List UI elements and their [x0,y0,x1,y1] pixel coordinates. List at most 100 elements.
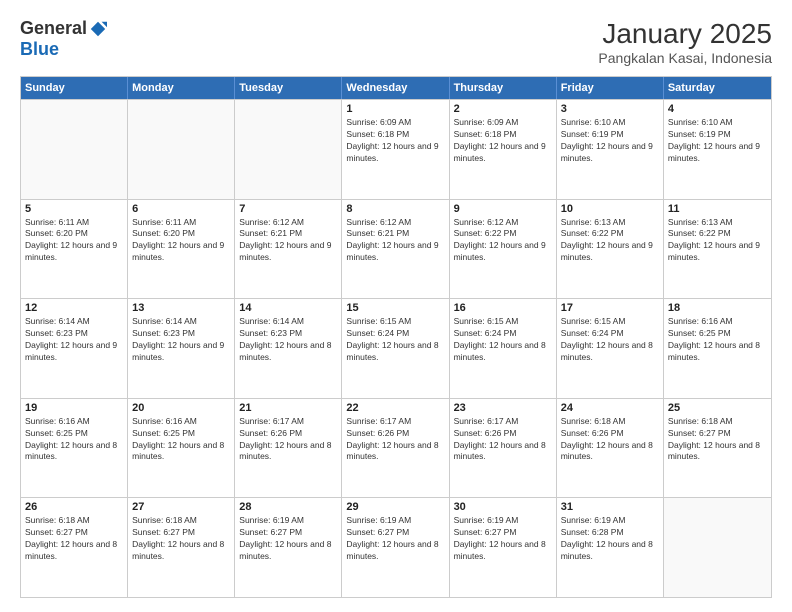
day-info: Sunrise: 6:17 AMSunset: 6:26 PMDaylight:… [454,416,552,464]
calendar-cell: 10 Sunrise: 6:13 AMSunset: 6:22 PMDayligh… [557,200,664,299]
page: General Blue January 2025 Pangkalan Kasa… [0,0,792,612]
day-number: 5 [25,203,123,215]
day-number: 28 [239,501,337,513]
day-number: 3 [561,103,659,115]
day-info: Sunrise: 6:19 AMSunset: 6:28 PMDaylight:… [561,515,659,563]
day-number: 29 [346,501,444,513]
calendar-week-row: 12Sunrise: 6:14 AMSunset: 6:23 PMDayligh… [21,298,771,398]
calendar-cell: 13Sunrise: 6:14 AMSunset: 6:23 PMDayligh… [128,299,235,398]
day-number: 7 [239,203,337,215]
calendar-cell: 14 Sunrise: 6:14 AMSunset: 6:23 PMDayligh… [235,299,342,398]
day-info: Sunrise: 6:12 AMSunset: 6:21 PMDaylight:… [346,217,444,265]
calendar-header-cell: Friday [557,77,664,99]
calendar-cell: 29 Sunrise: 6:19 AMSunset: 6:27 PMDayligh… [342,498,449,597]
day-info: Sunrise: 6:12 AMSunset: 6:22 PMDaylight:… [454,217,552,265]
calendar-week-row: 26 Sunrise: 6:18 AMSunset: 6:27 PMDayligh… [21,497,771,597]
calendar-cell: 1Sunrise: 6:09 AMSunset: 6:18 PMDaylight… [342,100,449,199]
calendar-cell: 18Sunrise: 6:16 AMSunset: 6:25 PMDayligh… [664,299,771,398]
day-info: Sunrise: 6:17 AMSunset: 6:26 PMDaylight:… [346,416,444,464]
calendar-cell: 4Sunrise: 6:10 AMSunset: 6:19 PMDaylight… [664,100,771,199]
day-info: Sunrise: 6:19 AMSunset: 6:27 PMDaylight:… [239,515,337,563]
day-number: 25 [668,402,767,414]
day-number: 26 [25,501,123,513]
calendar-cell: 9 Sunrise: 6:12 AMSunset: 6:22 PMDaylight… [450,200,557,299]
calendar-week-row: 19Sunrise: 6:16 AMSunset: 6:25 PMDayligh… [21,398,771,498]
day-info: Sunrise: 6:18 AMSunset: 6:27 PMDaylight:… [25,515,123,563]
day-number: 27 [132,501,230,513]
day-info: Sunrise: 6:13 AMSunset: 6:22 PMDaylight:… [561,217,659,265]
calendar-cell: 17Sunrise: 6:15 AMSunset: 6:24 PMDayligh… [557,299,664,398]
calendar-cell: 20 Sunrise: 6:16 AMSunset: 6:25 PMDayligh… [128,399,235,498]
calendar-cell: 7 Sunrise: 6:12 AMSunset: 6:21 PMDaylight… [235,200,342,299]
day-number: 14 [239,302,337,314]
header: General Blue January 2025 Pangkalan Kasa… [20,18,772,66]
calendar-cell: 31 Sunrise: 6:19 AMSunset: 6:28 PMDayligh… [557,498,664,597]
day-info: Sunrise: 6:19 AMSunset: 6:27 PMDaylight:… [454,515,552,563]
day-info: Sunrise: 6:18 AMSunset: 6:27 PMDaylight:… [668,416,767,464]
day-info: Sunrise: 6:14 AMSunset: 6:23 PMDaylight:… [239,316,337,364]
day-info: Sunrise: 6:09 AMSunset: 6:18 PMDaylight:… [346,117,444,165]
day-info: Sunrise: 6:15 AMSunset: 6:24 PMDaylight:… [454,316,552,364]
calendar-cell: 28 Sunrise: 6:19 AMSunset: 6:27 PMDayligh… [235,498,342,597]
calendar-cell: 19Sunrise: 6:16 AMSunset: 6:25 PMDayligh… [21,399,128,498]
calendar-header-cell: Wednesday [342,77,449,99]
day-info: Sunrise: 6:11 AMSunset: 6:20 PMDaylight:… [132,217,230,265]
calendar-cell: 6 Sunrise: 6:11 AMSunset: 6:20 PMDaylight… [128,200,235,299]
calendar-header-cell: Monday [128,77,235,99]
day-info: Sunrise: 6:13 AMSunset: 6:22 PMDaylight:… [668,217,767,265]
calendar-cell: 12Sunrise: 6:14 AMSunset: 6:23 PMDayligh… [21,299,128,398]
day-info: Sunrise: 6:15 AMSunset: 6:24 PMDaylight:… [561,316,659,364]
day-info: Sunrise: 6:19 AMSunset: 6:27 PMDaylight:… [346,515,444,563]
day-number: 20 [132,402,230,414]
calendar-week-row: 5 Sunrise: 6:11 AMSunset: 6:20 PMDaylight… [21,199,771,299]
calendar-header-cell: Thursday [450,77,557,99]
day-number: 6 [132,203,230,215]
calendar-cell: 15 Sunrise: 6:15 AMSunset: 6:24 PMDayligh… [342,299,449,398]
day-info: Sunrise: 6:11 AMSunset: 6:20 PMDaylight:… [25,217,123,265]
day-info: Sunrise: 6:18 AMSunset: 6:26 PMDaylight:… [561,416,659,464]
day-number: 30 [454,501,552,513]
day-info: Sunrise: 6:16 AMSunset: 6:25 PMDaylight:… [25,416,123,464]
calendar-cell: 25 Sunrise: 6:18 AMSunset: 6:27 PMDayligh… [664,399,771,498]
day-info: Sunrise: 6:17 AMSunset: 6:26 PMDaylight:… [239,416,337,464]
calendar-cell: 5 Sunrise: 6:11 AMSunset: 6:20 PMDaylight… [21,200,128,299]
day-number: 8 [346,203,444,215]
calendar-cell [664,498,771,597]
day-info: Sunrise: 6:10 AMSunset: 6:19 PMDaylight:… [668,117,767,165]
calendar-header-cell: Sunday [21,77,128,99]
logo: General Blue [20,18,107,60]
calendar-cell: 11Sunrise: 6:13 AMSunset: 6:22 PMDayligh… [664,200,771,299]
logo-blue: Blue [20,39,59,60]
day-number: 15 [346,302,444,314]
day-number: 9 [454,203,552,215]
calendar-week-row: 1Sunrise: 6:09 AMSunset: 6:18 PMDaylight… [21,99,771,199]
day-number: 10 [561,203,659,215]
calendar: SundayMondayTuesdayWednesdayThursdayFrid… [20,76,772,598]
day-number: 21 [239,402,337,414]
calendar-cell: 8 Sunrise: 6:12 AMSunset: 6:21 PMDaylight… [342,200,449,299]
day-number: 2 [454,103,552,115]
month-year: January 2025 [598,18,772,50]
day-info: Sunrise: 6:15 AMSunset: 6:24 PMDaylight:… [346,316,444,364]
day-number: 16 [454,302,552,314]
day-number: 31 [561,501,659,513]
calendar-cell [235,100,342,199]
calendar-cell: 2Sunrise: 6:09 AMSunset: 6:18 PMDaylight… [450,100,557,199]
day-number: 24 [561,402,659,414]
calendar-cell [128,100,235,199]
calendar-cell: 22 Sunrise: 6:17 AMSunset: 6:26 PMDayligh… [342,399,449,498]
calendar-cell: 26 Sunrise: 6:18 AMSunset: 6:27 PMDayligh… [21,498,128,597]
day-number: 23 [454,402,552,414]
location: Pangkalan Kasai, Indonesia [598,50,772,66]
day-info: Sunrise: 6:14 AMSunset: 6:23 PMDaylight:… [25,316,123,364]
calendar-cell: 27Sunrise: 6:18 AMSunset: 6:27 PMDayligh… [128,498,235,597]
day-info: Sunrise: 6:12 AMSunset: 6:21 PMDaylight:… [239,217,337,265]
logo-icon [89,20,107,38]
logo-general: General [20,18,87,39]
day-number: 22 [346,402,444,414]
calendar-header-cell: Saturday [664,77,771,99]
calendar-cell: 24 Sunrise: 6:18 AMSunset: 6:26 PMDayligh… [557,399,664,498]
day-info: Sunrise: 6:16 AMSunset: 6:25 PMDaylight:… [132,416,230,464]
calendar-header-row: SundayMondayTuesdayWednesdayThursdayFrid… [21,77,771,99]
day-info: Sunrise: 6:14 AMSunset: 6:23 PMDaylight:… [132,316,230,364]
